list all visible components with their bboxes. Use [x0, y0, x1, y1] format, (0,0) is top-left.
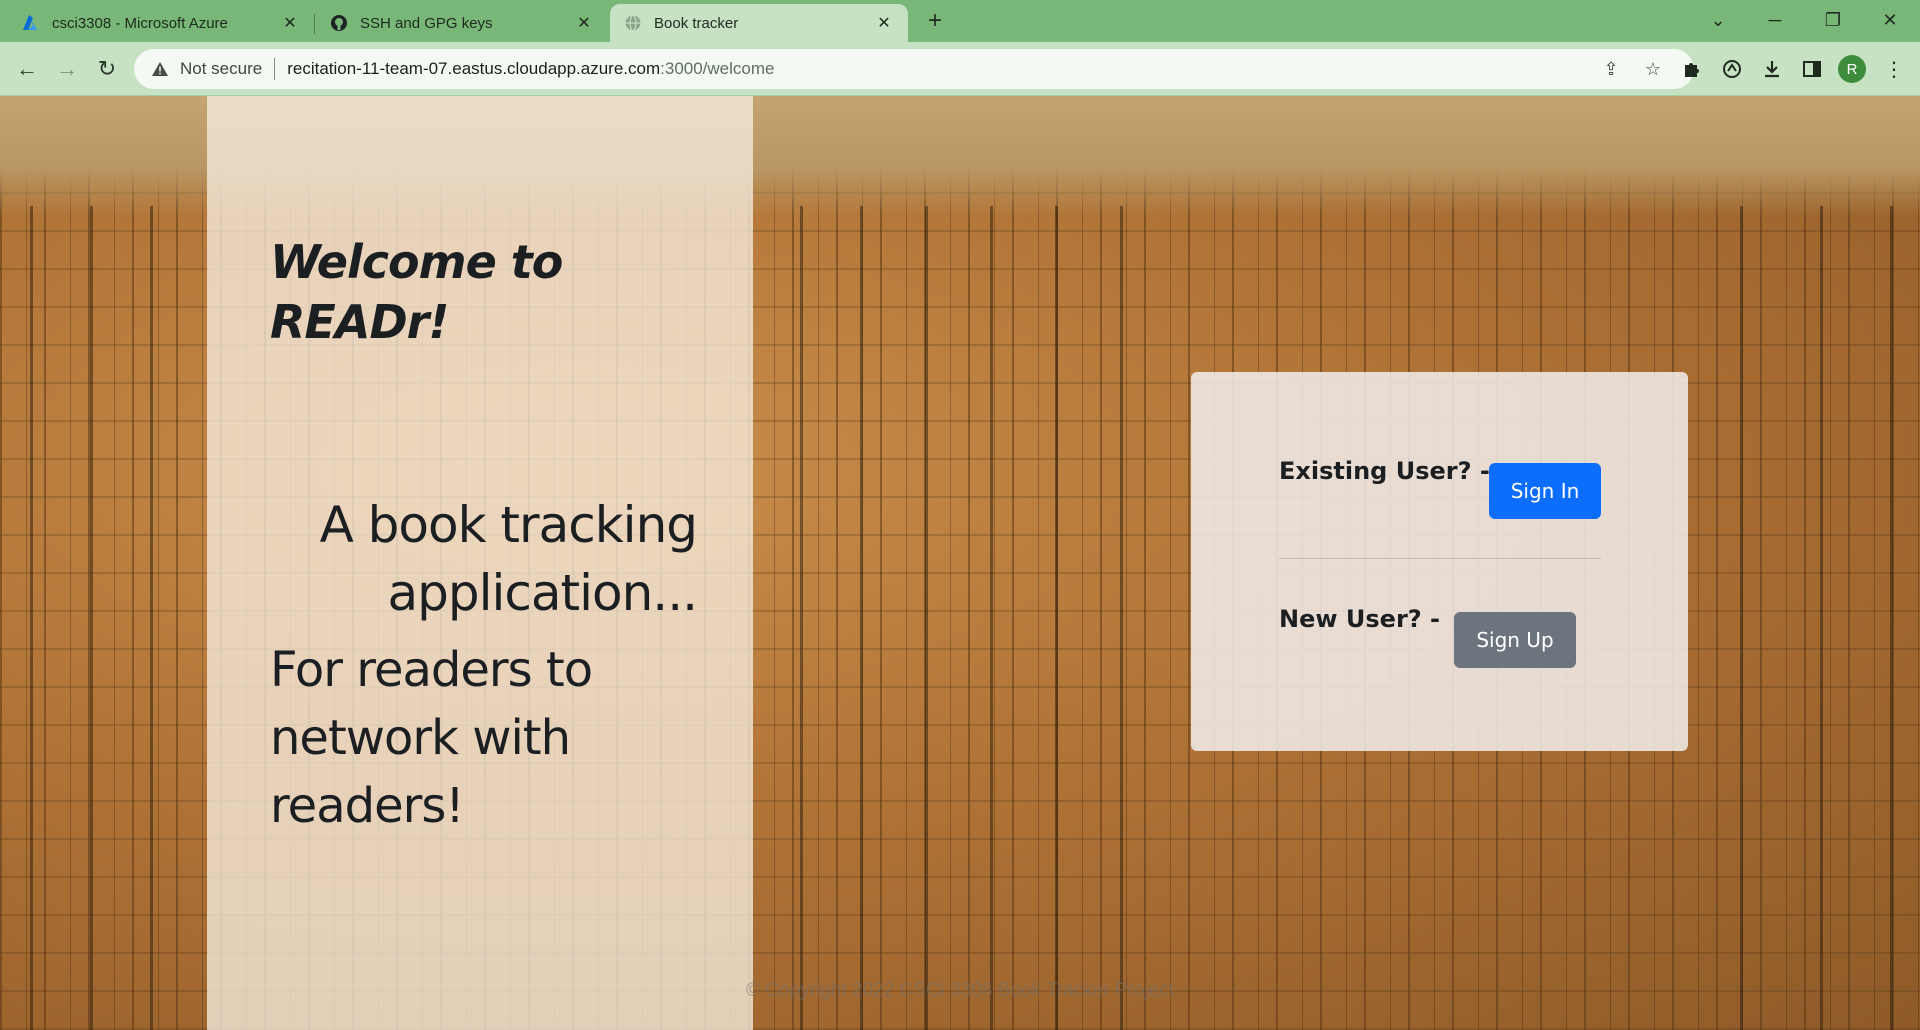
page-content: Welcome to READr! A book tracking applic…: [0, 96, 1920, 1030]
address-bar[interactable]: Not secure recitation-11-team-07.eastus.…: [134, 49, 1694, 89]
background-glyph-column: [860, 206, 863, 1030]
subline: For readers to network with readers!: [270, 642, 593, 834]
existing-user-label: Existing User? -: [1279, 457, 1490, 485]
divider: [1279, 558, 1601, 559]
background-glyph-column: [925, 206, 928, 1030]
new-user-label: New User? -: [1279, 605, 1441, 633]
sign-up-button[interactable]: Sign Up: [1454, 612, 1576, 668]
download-icon[interactable]: [1758, 55, 1786, 83]
url-path: :3000/welcome: [660, 59, 775, 78]
background-glyph-column: [30, 206, 33, 1030]
tab-search-chevron-icon[interactable]: ⌄: [1698, 6, 1738, 34]
sign-in-button[interactable]: Sign In: [1489, 463, 1601, 519]
url-host: recitation-11-team-07.eastus.cloudapp.az…: [287, 59, 661, 78]
profile-avatar[interactable]: R: [1838, 55, 1866, 83]
globe-icon: [624, 14, 642, 32]
close-tab-icon[interactable]: ✕: [874, 13, 894, 33]
menu-kebab-icon[interactable]: ⋮: [1880, 55, 1908, 83]
minimize-icon[interactable]: ─: [1755, 6, 1795, 34]
close-tab-icon[interactable]: ✕: [574, 13, 594, 33]
intro-panel: Welcome to READr! A book tracking applic…: [207, 96, 753, 1030]
address-divider: [274, 58, 276, 80]
tab-book-tracker[interactable]: Book tracker ✕: [610, 4, 908, 42]
tagline: A book tracking application...: [319, 496, 698, 622]
browser-toolbar: ← → ↻ Not secure recitation-11-team-07.e…: [0, 42, 1920, 96]
background-glyph-column: [1120, 206, 1123, 1030]
extension-icon[interactable]: [1718, 55, 1746, 83]
restore-icon[interactable]: ❐: [1813, 6, 1853, 34]
reload-icon[interactable]: ↻: [92, 54, 122, 84]
side-panel-icon[interactable]: [1798, 55, 1826, 83]
tab-title: Book tracker: [654, 14, 739, 32]
tab-github[interactable]: SSH and GPG keys ✕: [316, 4, 608, 42]
page-title: Welcome to READr!: [270, 235, 563, 349]
new-user-row: New User? -: [1279, 605, 1440, 633]
warning-icon: [150, 59, 170, 79]
tab-title: SSH and GPG keys: [360, 14, 493, 32]
bookmark-star-icon[interactable]: ☆: [1642, 58, 1664, 80]
security-label[interactable]: Not secure: [180, 59, 262, 79]
github-icon: [330, 14, 348, 32]
tab-strip: csci3308 - Microsoft Azure ✕ SSH and GPG…: [0, 0, 1920, 42]
background-glyph-column: [1890, 206, 1893, 1030]
background-glyph-column: [1055, 206, 1058, 1030]
share-icon[interactable]: ⇪: [1600, 58, 1622, 80]
background-glyph-column: [1740, 206, 1743, 1030]
tab-separator: [314, 14, 315, 34]
auth-card: Existing User? - Sign In New User? - Sig…: [1191, 372, 1688, 751]
footer-copyright: © Copyright 2022 CSCI 3308 Book Tracker …: [746, 980, 1174, 1001]
close-tab-icon[interactable]: ✕: [280, 13, 300, 33]
background-glyph-column: [990, 206, 993, 1030]
background-glyph-column: [1820, 206, 1823, 1030]
close-window-icon[interactable]: ✕: [1870, 6, 1910, 34]
azure-icon: [22, 14, 40, 32]
extensions-puzzle-icon[interactable]: [1678, 55, 1706, 83]
back-icon[interactable]: ←: [12, 54, 42, 84]
tab-title: csci3308 - Microsoft Azure: [52, 14, 228, 32]
background-glyph-column: [800, 206, 803, 1030]
background-glyph-column: [150, 206, 153, 1030]
forward-icon[interactable]: →: [52, 54, 82, 84]
background-glyph-column: [90, 206, 93, 1030]
existing-user-row: Existing User? -: [1279, 457, 1490, 485]
tab-azure[interactable]: csci3308 - Microsoft Azure ✕: [8, 4, 314, 42]
new-tab-icon[interactable]: +: [922, 7, 948, 34]
